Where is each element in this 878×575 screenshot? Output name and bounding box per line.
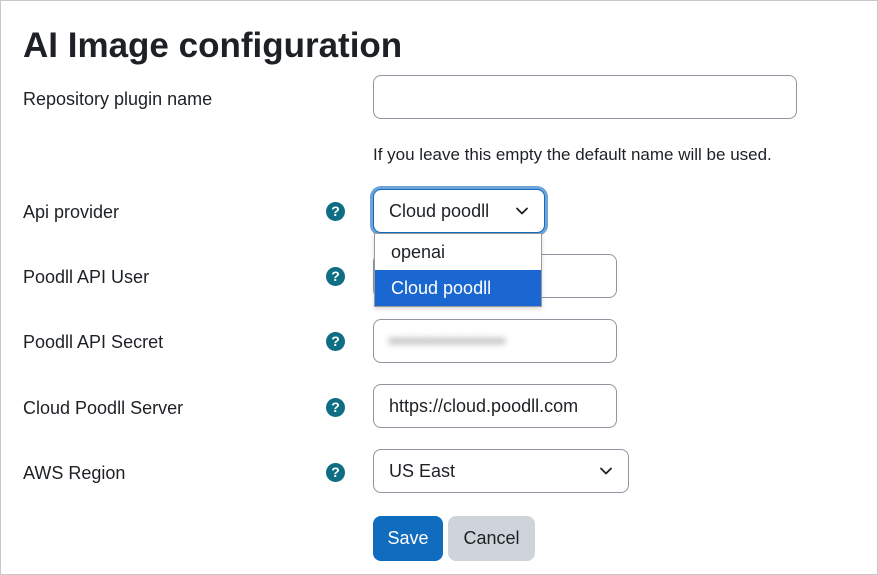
api-provider-label: Api provider: [23, 202, 120, 222]
aws-region-help-icon[interactable]: ?: [326, 463, 345, 482]
api-secret-help-icon[interactable]: ?: [326, 332, 345, 351]
repository-name-hint: If you leave this empty the default name…: [373, 145, 772, 164]
chevron-down-icon: [600, 467, 612, 475]
aws-region-selected-value: US East: [389, 460, 456, 481]
chevron-down-icon: [516, 207, 528, 215]
api-provider-option-openai[interactable]: openai: [375, 234, 541, 270]
api-provider-dropdown: openai Cloud poodll: [374, 233, 542, 307]
aws-region-select[interactable]: US East: [373, 449, 629, 493]
api-provider-selected-value: Cloud poodll: [389, 200, 490, 221]
api-secret-label: Poodll API Secret: [23, 332, 164, 352]
server-input[interactable]: [373, 384, 617, 428]
repository-name-label: Repository plugin name: [23, 89, 213, 109]
aws-region-label: AWS Region: [23, 463, 126, 483]
api-user-help-icon[interactable]: ?: [326, 267, 345, 286]
api-provider-select[interactable]: Cloud poodll: [373, 189, 545, 233]
api-provider-option-cloud-poodll[interactable]: Cloud poodll: [375, 270, 541, 306]
api-secret-input[interactable]: ••••••••••••••••: [373, 319, 617, 363]
api-provider-help-icon[interactable]: ?: [326, 202, 345, 221]
api-user-label: Poodll API User: [23, 267, 150, 287]
api-secret-value: ••••••••••••••••: [389, 330, 506, 351]
save-button[interactable]: Save: [373, 516, 443, 561]
server-label: Cloud Poodll Server: [23, 398, 184, 418]
page-title: AI Image configuration: [23, 26, 403, 65]
server-help-icon[interactable]: ?: [326, 398, 345, 417]
repository-name-input[interactable]: [373, 75, 797, 119]
cancel-button[interactable]: Cancel: [448, 516, 535, 561]
